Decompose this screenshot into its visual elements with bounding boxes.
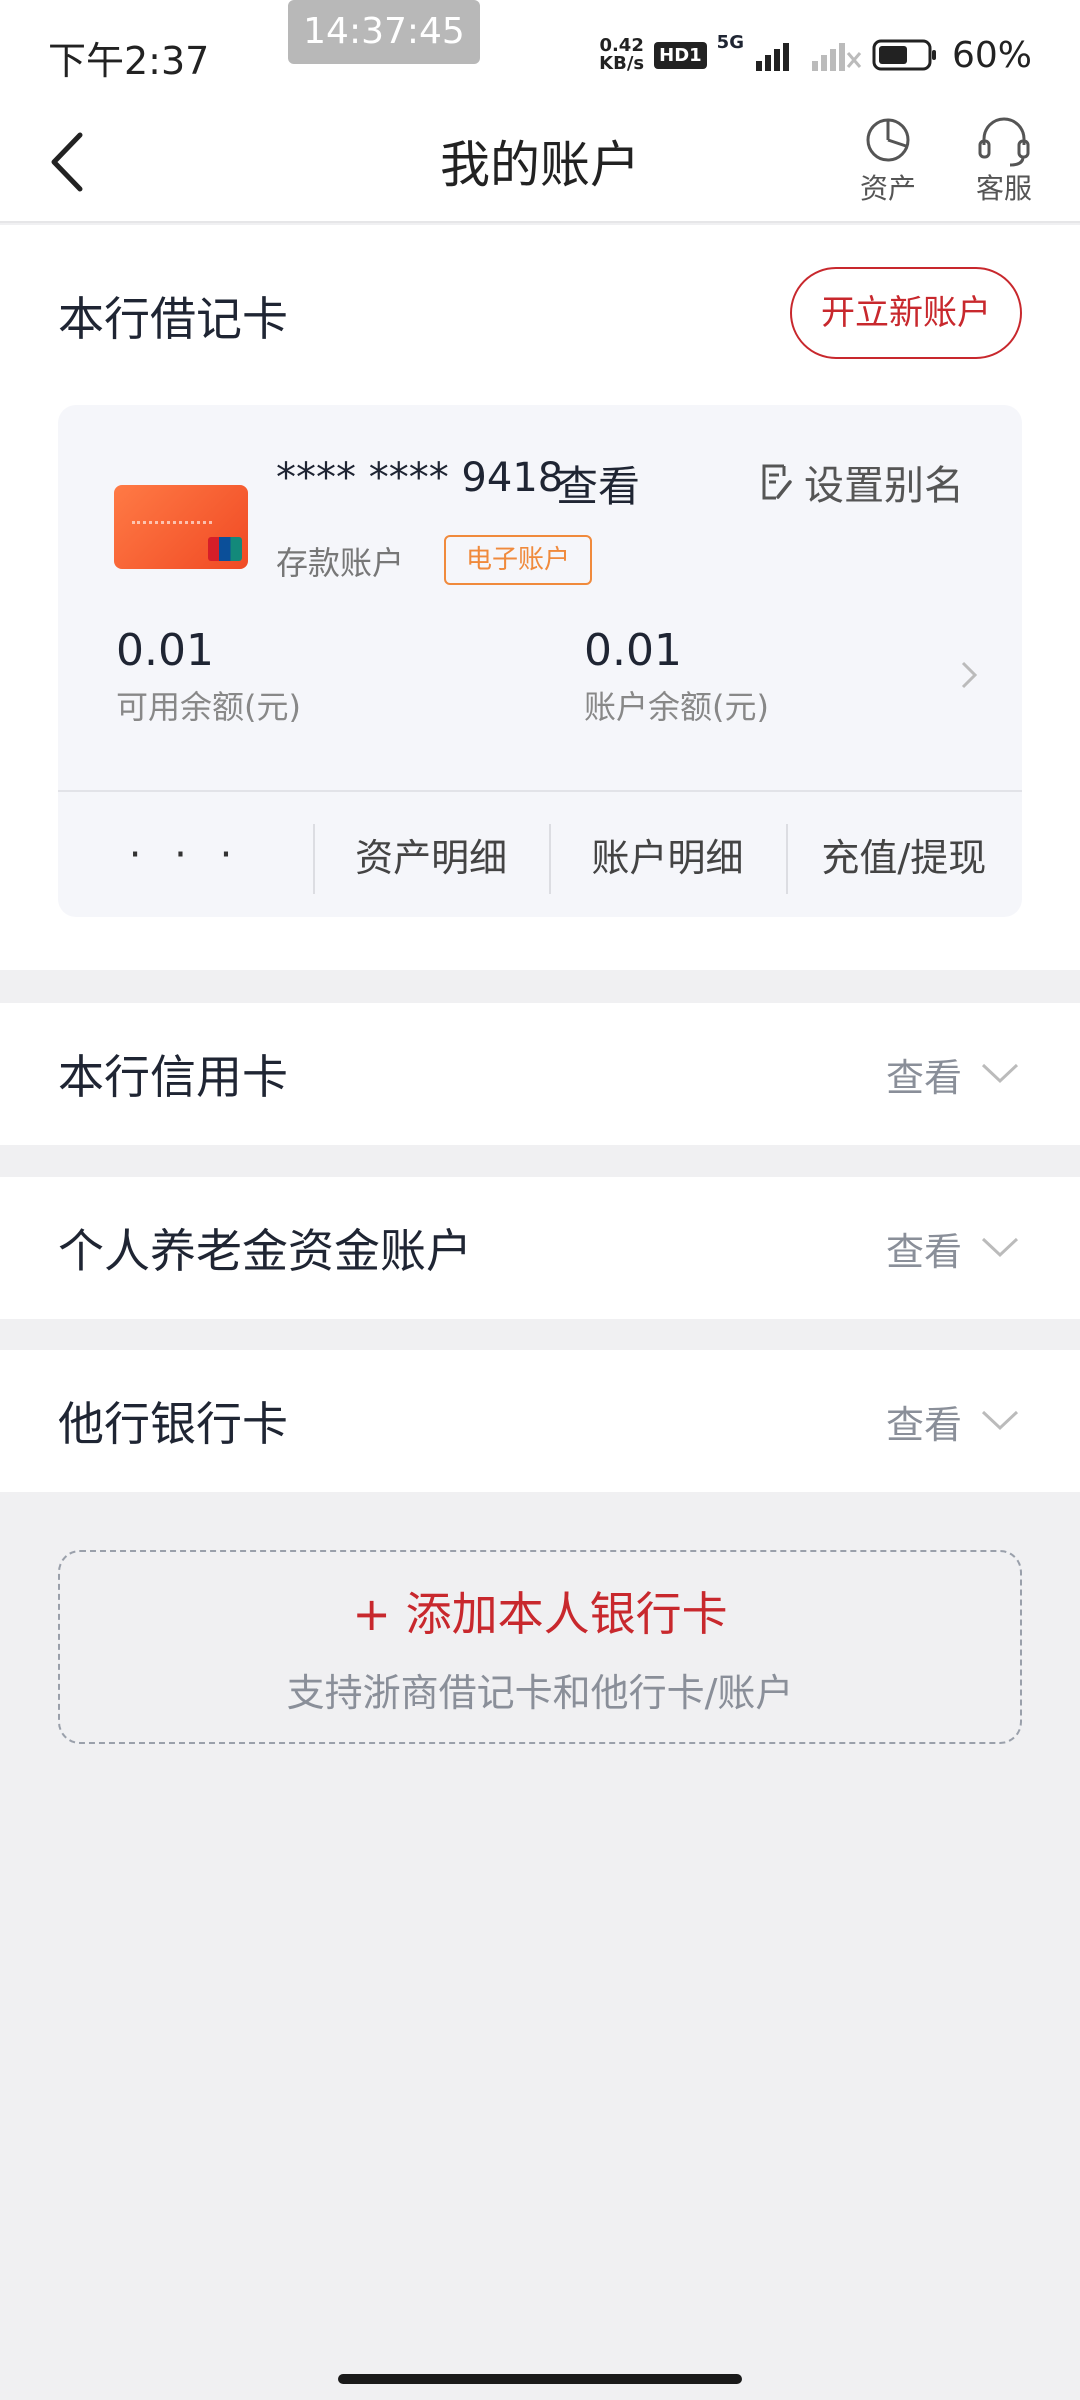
status-bar: 下午2:37 14:37:45 0.42 KB/s HD1 5G 60% xyxy=(0,0,1080,105)
unionpay-logo-icon xyxy=(208,537,242,561)
set-alias-button[interactable]: 设置别名 xyxy=(758,453,964,511)
open-new-account-button[interactable]: 开立新账户 xyxy=(790,267,1022,359)
debit-card[interactable]: **** **** 9418 查看 设置别名 存款账户 电子账户 0.01 可用… xyxy=(58,405,1022,917)
status-indicators: 0.42 KB/s HD1 5G 60% xyxy=(599,30,1032,80)
available-balance-label: 可用余额(元) xyxy=(116,688,301,726)
available-balance-value: 0.01 xyxy=(116,625,214,676)
pie-chart-icon xyxy=(866,118,910,162)
set-alias-label: 设置别名 xyxy=(804,463,964,509)
assets-label: 资产 xyxy=(859,172,916,205)
bank-card-image xyxy=(114,485,248,569)
pension-account-section[interactable]: 个人养老金资金账户 查看 xyxy=(0,1177,1080,1319)
credit-card-title: 本行信用卡 xyxy=(58,1050,288,1104)
electronic-account-tag: 电子账户 xyxy=(444,535,592,585)
back-arrow-icon xyxy=(51,132,83,192)
account-detail-button[interactable]: 账户明细 xyxy=(549,792,785,917)
pension-account-title: 个人养老金资金账户 xyxy=(58,1224,472,1278)
customer-service-label: 客服 xyxy=(975,172,1032,205)
pension-account-view-label: 查看 xyxy=(885,1230,962,1274)
card-actions: · · · 资产明细 账户明细 充值/提现 xyxy=(58,792,1022,917)
network-speed: 0.42 KB/s xyxy=(599,37,644,73)
edit-icon xyxy=(762,464,792,500)
battery-icon xyxy=(872,39,936,71)
add-bank-card-subtitle: 支持浙商借记卡和他行卡/账户 xyxy=(286,1671,794,1715)
chevron-down-icon xyxy=(981,1063,1019,1084)
hd-badge: HD1 xyxy=(654,41,707,69)
chevron-right-icon[interactable] xyxy=(954,655,984,695)
assets-button[interactable]: 资产 xyxy=(838,113,938,213)
status-time: 下午2:37 xyxy=(48,39,210,83)
credit-card-section[interactable]: 本行信用卡 查看 xyxy=(0,1003,1080,1145)
account-balance: 0.01 账户余额(元) xyxy=(584,625,769,728)
signal-weak-icon xyxy=(811,43,862,71)
add-bank-card-title: + 添加本人银行卡 xyxy=(352,1587,728,1641)
other-bank-card-title: 他行银行卡 xyxy=(58,1397,288,1451)
other-bank-card-view-label: 查看 xyxy=(885,1403,962,1447)
nav-bar: 我的账户 资产 客服 xyxy=(0,105,1080,223)
add-bank-card-button[interactable]: + 添加本人银行卡 支持浙商借记卡和他行卡/账户 xyxy=(58,1550,1022,1744)
chevron-down-icon xyxy=(981,1237,1019,1258)
chevron-down-icon xyxy=(981,1410,1019,1431)
signal-icon xyxy=(755,43,789,71)
topup-withdraw-button[interactable]: 充值/提现 xyxy=(785,792,1022,917)
account-balance-label: 账户余额(元) xyxy=(584,688,769,726)
network-type: 5G xyxy=(716,32,744,53)
account-balance-value: 0.01 xyxy=(584,625,682,676)
debit-section-title: 本行借记卡 xyxy=(58,292,288,346)
asset-detail-button[interactable]: 资产明细 xyxy=(313,792,549,917)
more-actions-button[interactable]: · · · xyxy=(58,792,313,917)
card-number: **** **** 9418 xyxy=(276,455,564,501)
battery-percent: 60% xyxy=(951,34,1032,76)
credit-card-view-label: 查看 xyxy=(885,1056,962,1100)
headset-icon xyxy=(978,117,1030,167)
other-bank-card-section[interactable]: 他行银行卡 查看 xyxy=(0,1350,1080,1492)
available-balance: 0.01 可用余额(元) xyxy=(116,625,301,728)
customer-service-button[interactable]: 客服 xyxy=(954,113,1054,213)
home-indicator[interactable] xyxy=(338,2374,742,2384)
screen-recorder-time: 14:37:45 xyxy=(288,0,480,64)
debit-card-section: 本行借记卡 开立新账户 **** **** 9418 查看 设置别名 存款账户 … xyxy=(0,225,1080,970)
back-button[interactable] xyxy=(40,127,100,197)
account-type: 存款账户 xyxy=(276,544,405,582)
view-card-number-button[interactable]: 查看 xyxy=(556,453,640,514)
network-speed-unit: KB/s xyxy=(599,53,645,74)
